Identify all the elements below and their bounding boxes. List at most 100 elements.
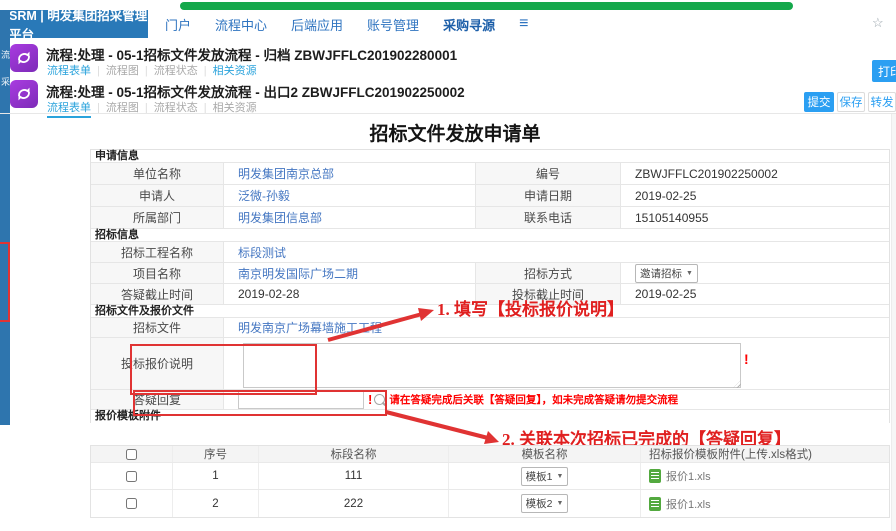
project-name-link[interactable]: 南京明发国际广场二期: [238, 265, 358, 282]
side-tab-glyph[interactable]: 流: [1, 50, 10, 60]
field-value: 明发集团南京总部: [224, 163, 476, 184]
form-row: 招标工程名称 标段测试: [91, 242, 889, 263]
column-header-section-name: 标段名称: [259, 446, 449, 462]
workflow-icon: [10, 80, 38, 108]
sync-arrows-icon: [14, 48, 34, 68]
sync-arrows-icon: [14, 84, 34, 104]
nav-item-account-management[interactable]: 账号管理: [367, 15, 419, 34]
tab-related-resources[interactable]: 相关资源: [198, 65, 257, 77]
field-label: 答疑回复: [91, 390, 224, 409]
header-checkbox-cell: [91, 446, 173, 462]
field-label: 单位名称: [91, 163, 224, 184]
field-label: 项目名称: [91, 263, 224, 283]
field-label: 所属部门: [91, 207, 224, 228]
seq-cell: 2: [173, 490, 259, 517]
serial-number-value: ZBWJFFLC201902250002: [621, 163, 889, 184]
submit-button[interactable]: 提交: [804, 92, 834, 112]
workflow-title: 流程:处理 - 05-1招标文件发放流程 - 归档 ZBWJFFLC201902…: [46, 44, 457, 64]
divider: [0, 113, 896, 114]
quote-description-textarea[interactable]: [243, 343, 741, 388]
row-checkbox-cell: [91, 463, 173, 489]
template-select[interactable]: 模板2: [521, 494, 569, 513]
nav-item-process-center[interactable]: 流程中心: [215, 15, 267, 34]
annotation-note-1: 1. 填写【投标报价说明】: [437, 295, 624, 320]
form-row: 项目名称 南京明发国际广场二期 招标方式 邀请招标: [91, 263, 889, 284]
apply-date-value: 2019-02-25: [621, 185, 889, 206]
vertical-scrollbar[interactable]: [891, 114, 896, 531]
tab-process-status[interactable]: 流程状态: [139, 65, 198, 77]
left-edge-strip: [0, 10, 10, 425]
field-label: 招标工程名称: [91, 242, 224, 262]
quote-template-table: 序号 标段名称 模板名称 招标报价模板附件(上传.xls格式) 1 111 模板…: [90, 445, 890, 518]
unit-name-link[interactable]: 明发集团南京总部: [238, 165, 334, 182]
field-value: 邀请招标: [621, 263, 889, 283]
favorite-icon[interactable]: ☆: [872, 15, 884, 31]
section-name-cell: 222: [259, 490, 449, 517]
field-value: 明发南京广场幕墙施工工程: [224, 318, 889, 337]
bid-deadline-value: 2019-02-25: [621, 284, 889, 304]
field-label: 答疑截止时间: [91, 284, 224, 304]
seq-cell: 1: [173, 463, 259, 489]
brand-logo: SRM | 明发集团招采管理平台: [0, 10, 148, 38]
column-header-attachment: 招标报价模板附件(上传.xls格式): [641, 446, 889, 462]
template-cell: 模板2: [449, 490, 641, 517]
attachment-cell: 报价1.xls: [641, 490, 889, 517]
phone-value: 15105140955: [621, 207, 889, 228]
form-row: 申请人 泛微-孙毅 申请日期 2019-02-25: [91, 185, 889, 207]
required-mark: !: [744, 351, 749, 367]
print-button[interactable]: 打印: [872, 60, 896, 82]
save-button[interactable]: 保存: [837, 92, 865, 112]
field-value: 泛微-孙毅: [224, 185, 476, 206]
attachment-cell: 报价1.xls: [641, 463, 889, 489]
select-all-checkbox[interactable]: [126, 449, 137, 460]
bid-document-link[interactable]: 明发南京广场幕墙施工工程: [238, 319, 382, 336]
required-mark: !: [368, 392, 372, 407]
column-header-seq: 序号: [173, 446, 259, 462]
row-checkbox[interactable]: [126, 498, 137, 509]
field-label: 投标报价说明: [91, 338, 224, 389]
field-label: 申请人: [91, 185, 224, 206]
tab-process-form[interactable]: 流程表单: [47, 102, 91, 118]
workflow-title: 流程:处理 - 05-1招标文件发放流程 - 出口2 ZBWJFFLC20190…: [46, 81, 465, 101]
excel-file-icon: [649, 497, 661, 511]
workflow-icon: [10, 44, 38, 72]
column-header-template-name: 模板名称: [449, 446, 641, 462]
page-title: 招标文件发放申请单: [10, 119, 896, 146]
nav-item-backend-apps[interactable]: 后端应用: [291, 15, 343, 34]
table-header-row: 序号 标段名称 模板名称 招标报价模板附件(上传.xls格式): [91, 446, 889, 463]
table-row: 2 222 模板2 报价1.xls: [91, 490, 889, 517]
menu-icon[interactable]: ≡: [519, 15, 528, 33]
tab-process-diagram[interactable]: 流程图: [91, 65, 139, 77]
table-row: 1 111 模板1 报价1.xls: [91, 463, 889, 490]
field-label: 联系电话: [476, 207, 621, 228]
row-checkbox-cell: [91, 490, 173, 517]
section-title-apply-info: 申请信息: [91, 150, 889, 163]
form-row: 招标文件 明发南京广场幕墙施工工程: [91, 318, 889, 338]
template-cell: 模板1: [449, 463, 641, 489]
forward-button[interactable]: 转发: [868, 92, 896, 112]
field-label: 招标方式: [476, 263, 621, 283]
attachment-link[interactable]: 报价1.xls: [666, 468, 711, 484]
bid-project-link[interactable]: 标段测试: [238, 244, 286, 261]
nav-item-sourcing[interactable]: 采购寻源: [443, 15, 495, 34]
nav-item-portal[interactable]: 门户: [165, 15, 191, 34]
section-title-quote-templates: 报价模板附件: [91, 410, 889, 423]
side-tab-glyph[interactable]: 采: [1, 77, 10, 87]
qa-reply-hint: 请在答疑完成后关联【答疑回复】，如未完成答疑请勿提交流程: [389, 392, 678, 407]
tab-process-form[interactable]: 流程表单: [47, 65, 91, 77]
field-label: 编号: [476, 163, 621, 184]
srm-app-window: SRM | 明发集团招采管理平台 流 采 门户 流程中心 后端应用 账号管理 采…: [0, 0, 896, 531]
applicant-link[interactable]: 泛微-孙毅: [238, 187, 290, 204]
bid-method-select[interactable]: 邀请招标: [635, 264, 698, 283]
qa-reply-cell: ! 请在答疑完成后关联【答疑回复】，如未完成答疑请勿提交流程: [224, 390, 889, 409]
attachment-link[interactable]: 报价1.xls: [666, 496, 711, 512]
row-checkbox[interactable]: [126, 471, 137, 482]
template-select[interactable]: 模板1: [521, 467, 569, 486]
department-link[interactable]: 明发集团信息部: [238, 209, 322, 226]
qa-reply-input[interactable]: [238, 391, 364, 409]
top-nav: 门户 流程中心 后端应用 账号管理 采购寻源 ≡: [165, 10, 528, 38]
field-value: 标段测试: [224, 242, 889, 262]
search-icon[interactable]: [374, 394, 385, 405]
workflow-tabs: 流程表单流程图流程状态相关资源: [47, 62, 257, 78]
form-row: 单位名称 明发集团南京总部 编号 ZBWJFFLC201902250002: [91, 163, 889, 185]
